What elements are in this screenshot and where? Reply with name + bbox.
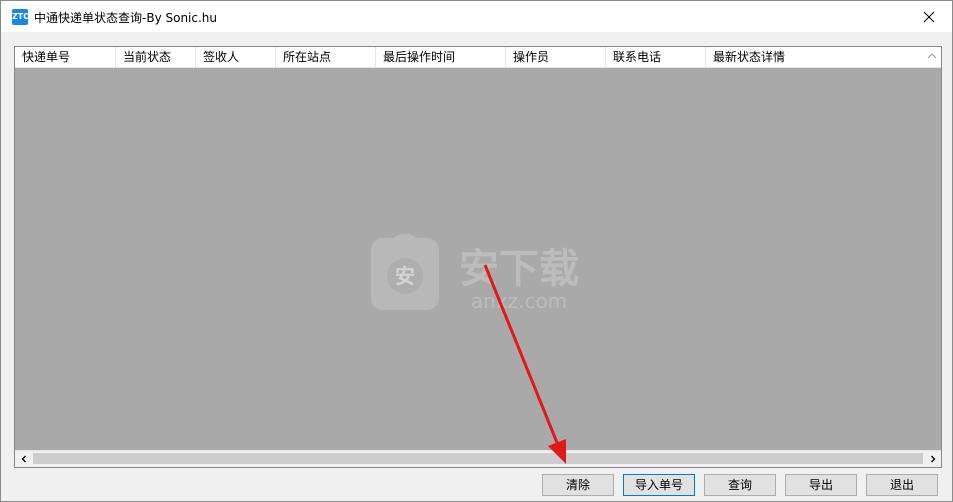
watermark-badge: 安: [395, 264, 415, 288]
app-logo-icon: ZTO: [12, 9, 30, 25]
column-header-station[interactable]: 所在站点: [276, 47, 376, 67]
window-title: 中通快递单状态查询-By Sonic.hu: [34, 11, 218, 25]
export-button[interactable]: 导出: [785, 474, 857, 496]
clear-button[interactable]: 清除: [542, 474, 614, 496]
horizontal-scrollbar[interactable]: [15, 450, 941, 467]
query-button[interactable]: 查询: [704, 474, 776, 496]
column-header-current-status[interactable]: 当前状态: [116, 47, 196, 67]
exit-button[interactable]: 退出: [866, 474, 938, 496]
column-header-latest-detail[interactable]: 最新状态详情: [706, 47, 941, 67]
scrollbar-thumb[interactable]: [33, 453, 923, 464]
column-header-recipient[interactable]: 签收人: [196, 47, 276, 67]
column-header-operator[interactable]: 操作员: [506, 47, 606, 67]
table-body: 安 安下载 anxz.com: [15, 68, 941, 451]
watermark-text: 安下载: [459, 246, 579, 292]
import-numbers-button[interactable]: 导入单号: [623, 474, 695, 496]
watermark-logo: 安 安下载 anxz.com: [371, 233, 579, 313]
main-window: ZTO 中通快递单状态查询-By Sonic.hu 快递单号 当前状态 签收人 …: [0, 0, 953, 502]
table-header: 快递单号 当前状态 签收人 所在站点 最后操作时间 操作员 联系电话 最新状态详…: [15, 47, 941, 68]
chevron-left-icon: [21, 455, 26, 463]
column-header-last-operation-time[interactable]: 最后操作时间: [376, 47, 506, 67]
chevron-right-icon: [930, 455, 935, 463]
title-bar[interactable]: ZTO 中通快递单状态查询-By Sonic.hu: [1, 1, 952, 32]
results-listview[interactable]: 快递单号 当前状态 签收人 所在站点 最后操作时间 操作员 联系电话 最新状态详…: [14, 46, 942, 468]
close-icon: [923, 11, 935, 22]
scroll-right-button[interactable]: [924, 451, 941, 467]
watermark-subtext: anxz.com: [471, 289, 567, 313]
column-header-tracking-number[interactable]: 快递单号: [15, 47, 116, 67]
scroll-left-button[interactable]: [15, 451, 32, 467]
column-header-phone[interactable]: 联系电话: [606, 47, 706, 67]
sort-arrow-icon: [927, 53, 937, 59]
close-button[interactable]: [906, 1, 952, 32]
